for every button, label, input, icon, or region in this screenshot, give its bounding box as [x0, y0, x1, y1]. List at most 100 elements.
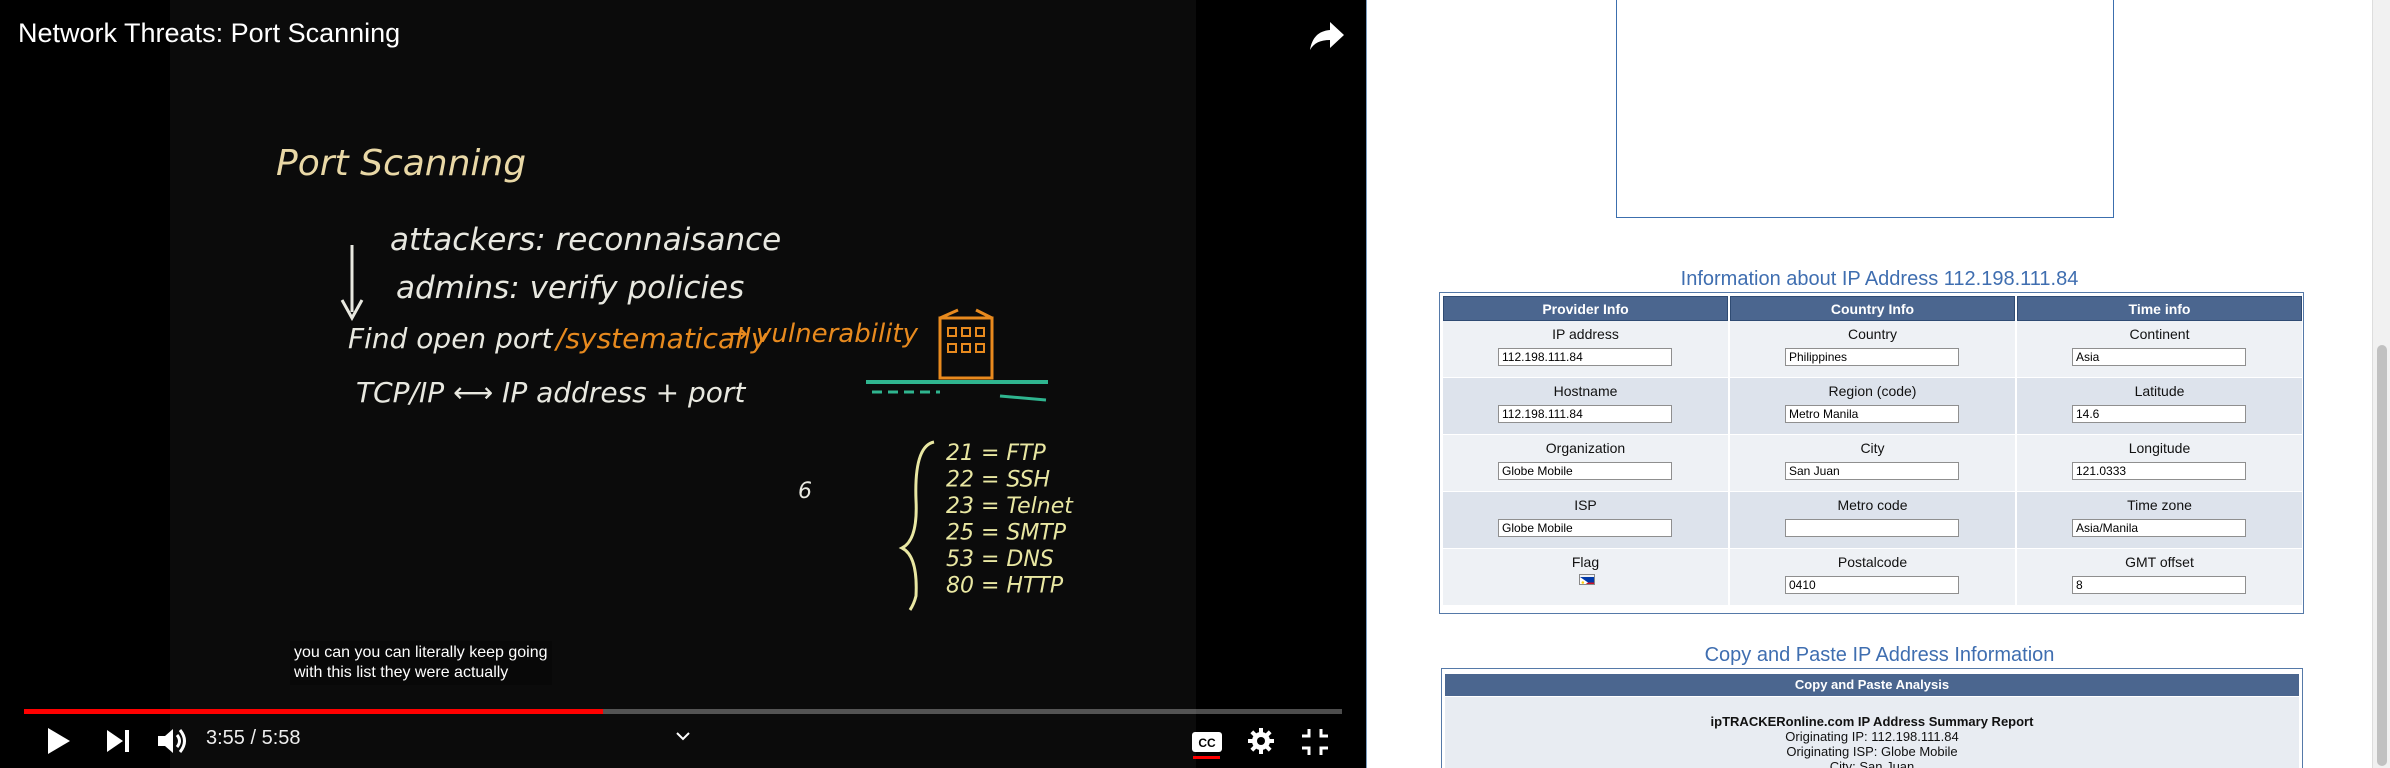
- info-cell: Flag: [1443, 549, 1728, 606]
- report-line: Originating IP: 112.198.111.84: [1785, 729, 1959, 744]
- city-field[interactable]: [1785, 462, 1959, 480]
- field-label: Postalcode: [1837, 554, 1908, 570]
- info-cell: GMT offset: [2017, 549, 2302, 606]
- fullscreen-exit-icon: [1302, 729, 1328, 755]
- country-field[interactable]: [1785, 348, 1959, 366]
- copy-paste-heading: Copy and Paste IP Address Information: [1704, 644, 2055, 666]
- board-line-tcpip: TCP/IP ⟷ IP address + port: [356, 376, 746, 409]
- settings-button[interactable]: [1246, 726, 1276, 756]
- field-label: Latitude: [2134, 383, 2185, 399]
- board-line-find: Find open port: [348, 322, 553, 355]
- board-line-vulnerability: → vulnerability: [726, 319, 919, 349]
- field-label: Organization: [1545, 440, 1626, 456]
- report-line: Originating ISP: Globe Mobile: [1786, 744, 1958, 759]
- isp-field[interactable]: [1498, 519, 1672, 537]
- info-cell: ISP: [1443, 492, 1728, 549]
- page-scrollbar[interactable]: [2372, 0, 2390, 768]
- column-header: Country Info: [1730, 296, 2015, 321]
- metro-code-field[interactable]: [1785, 519, 1959, 537]
- longitude-field[interactable]: [2072, 462, 2246, 480]
- field-label: IP address: [1552, 326, 1619, 342]
- video-title: Network Threats: Port Scanning: [18, 18, 401, 48]
- next-button[interactable]: [104, 728, 132, 754]
- ip-info-table: Provider Info IP address Hostname Organi…: [1439, 292, 2304, 614]
- caption-line: you can you can literally keep going: [294, 644, 548, 661]
- captions: you can you can literally keep going wit…: [290, 641, 552, 685]
- hostname-field[interactable]: [1498, 405, 1672, 423]
- gmt-offset-field[interactable]: [2072, 576, 2246, 594]
- info-cell: Postalcode: [1730, 549, 2015, 606]
- ip-address-field[interactable]: [1498, 348, 1672, 366]
- board-port-entry: 22 = SSH: [946, 468, 1050, 493]
- time-display: 3:55 / 5:58: [206, 727, 301, 749]
- column-header: Provider Info: [1443, 296, 1728, 321]
- field-label: Hostname: [1553, 383, 1618, 399]
- provider-info-column: Provider Info IP address Hostname Organi…: [1443, 296, 1728, 606]
- info-cell: Latitude: [2017, 378, 2302, 435]
- board-line-attackers: attackers: reconnaisance: [390, 222, 781, 258]
- board-line-admins: admins: verify policies: [396, 270, 744, 306]
- map-frame[interactable]: [1616, 0, 2114, 218]
- field-label: Continent: [2129, 326, 2190, 342]
- copy-paste-box: Copy and Paste Analysis ipTRACKERonline.…: [1441, 668, 2303, 768]
- board-port-entry: 21 = FTP: [946, 441, 1047, 466]
- info-cell: Region (code): [1730, 378, 2015, 435]
- summary-report[interactable]: ipTRACKERonline.com IP Address Summary R…: [1445, 697, 2299, 768]
- chevron-down-icon: [676, 732, 690, 741]
- continent-field[interactable]: [2072, 348, 2246, 366]
- field-label: Flag: [1571, 554, 1600, 570]
- board-heading: Port Scanning: [276, 143, 526, 184]
- play-icon: [48, 728, 70, 754]
- board-port-entry: 53 = DNS: [946, 547, 1054, 572]
- region-field[interactable]: [1785, 405, 1959, 423]
- country-info-column: Country Info Country Region (code) City …: [1730, 296, 2015, 606]
- video-player[interactable]: Port Scanning attackers: reconnaisance a…: [0, 0, 1366, 768]
- scrollbar-thumb[interactable]: [2377, 345, 2387, 766]
- philippines-flag-icon: [1579, 574, 1595, 585]
- info-cell: Time zone: [2017, 492, 2302, 549]
- next-icon: [107, 730, 129, 752]
- board-port-entry: 25 = SMTP: [946, 521, 1067, 546]
- info-cell: City: [1730, 435, 2015, 492]
- share-button[interactable]: [1308, 18, 1348, 54]
- ip-info-heading: Information about IP Address 112.198.111…: [1680, 268, 2079, 290]
- progress-bar[interactable]: [24, 709, 1342, 714]
- volume-button[interactable]: [156, 726, 190, 756]
- board-brace: [898, 440, 935, 611]
- field-label: GMT offset: [2125, 554, 2194, 570]
- chapter-dropdown[interactable]: [674, 730, 692, 744]
- volume-icon: [158, 729, 186, 753]
- board-port-list: 21 = FTP22 = SSH23 = Telnet25 = SMTP53 =…: [946, 441, 1074, 599]
- report-line: City: San Juan: [1829, 759, 1915, 768]
- info-cell: IP address: [1443, 321, 1728, 378]
- board-port-entry: 80 = HTTP: [946, 574, 1064, 599]
- latitude-field[interactable]: [2072, 405, 2246, 423]
- organization-field[interactable]: [1498, 462, 1672, 480]
- svg-text:CC: CC: [1198, 736, 1216, 750]
- copy-paste-box-header: Copy and Paste Analysis: [1445, 674, 2299, 696]
- field-label: ISP: [1574, 497, 1597, 513]
- share-icon: [1310, 22, 1344, 50]
- time-info-column: Time info Continent Latitude Longitude T…: [2017, 296, 2302, 606]
- report-title: ipTRACKERonline.com IP Address Summary R…: [1710, 714, 2034, 729]
- caption-line: with this list they were actually: [294, 664, 509, 681]
- info-cell: Organization: [1443, 435, 1728, 492]
- play-button[interactable]: [44, 726, 72, 756]
- captions-active-indicator: [1193, 756, 1220, 759]
- gear-icon: [1248, 728, 1274, 754]
- field-label: Country: [1847, 326, 1898, 342]
- info-cell: Continent: [2017, 321, 2302, 378]
- board-port-entry: 23 = Telnet: [946, 494, 1074, 519]
- board-stray-mark: 6: [798, 479, 812, 504]
- captions-button[interactable]: CC: [1190, 727, 1224, 757]
- info-cell: Metro code: [1730, 492, 2015, 549]
- postalcode-field[interactable]: [1785, 576, 1959, 594]
- field-label: City: [1860, 440, 1885, 456]
- cc-icon: CC: [1192, 732, 1222, 752]
- exit-fullscreen-button[interactable]: [1300, 727, 1330, 757]
- blackboard-drawing: Port Scanning attackers: reconnaisance a…: [276, 143, 1074, 611]
- column-header: Time info: [2017, 296, 2302, 321]
- info-cell: Country: [1730, 321, 2015, 378]
- field-label: Region (code): [1828, 383, 1917, 399]
- time-zone-field[interactable]: [2072, 519, 2246, 537]
